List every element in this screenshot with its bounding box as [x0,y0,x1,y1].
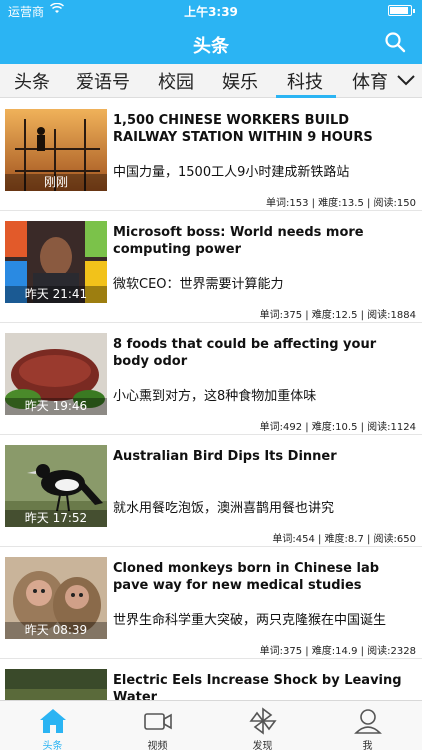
article-title-zh: 微软CEO：世界需要计算能力 [113,277,284,292]
tabbar-label: 视频 [147,741,168,750]
tab-sports[interactable]: 体育 [352,68,388,94]
article-title-zh: 就水用餐吃泡饭，澳洲喜鹊用餐也讲究 [113,501,335,516]
nav-bar: 头条 [0,22,422,64]
article-thumbnail: 昨天 21:41 [5,221,107,303]
article-title-zh: 中国力量，1500工人9小时建成新铁路站 [113,165,350,180]
article-stats: 单词:153 | 难度:13.5 | 阅读:150 [266,198,416,209]
category-tabs: 头条 爱语号 校园 娱乐 科技 体育 [0,64,422,98]
article-time: 昨天 19:46 [5,398,107,415]
article-thumbnail: 昨天 08:39 [5,557,107,639]
article-item[interactable]: 昨天 19:46 8 foods that could be affecting… [0,323,422,435]
article-title-en: Cloned monkeys born in Chinese lab pave … [113,561,380,593]
article-stats: 单词:375 | 难度:12.5 | 阅读:1884 [259,310,416,321]
article-title-en: Electric Eels Increase Shock by Leaving … [113,673,402,700]
article-title-en: Microsoft boss: World needs more computi… [113,225,364,257]
article-thumbnail [5,669,107,700]
article-item[interactable]: 昨天 21:41 Microsoft boss: World needs mor… [0,211,422,323]
article-title-zh: 世界生命科学重大突破，两只克隆猴在中国诞生 [113,613,387,628]
active-tab-indicator [276,95,336,98]
tabbar-item-me[interactable]: 我 [315,701,420,750]
article-thumbnail: 刚刚 [5,109,107,191]
article-title-en: 8 foods that could be affecting your bod… [113,337,377,369]
tab-entertainment[interactable]: 娱乐 [222,68,258,94]
video-camera-icon [144,713,172,730]
search-icon[interactable] [384,31,406,53]
article-item[interactable]: 昨天 08:39 Cloned monkeys born in Chinese … [0,547,422,659]
article-thumbnail: 昨天 19:46 [5,333,107,415]
tab-tech[interactable]: 科技 [287,68,323,94]
article-time: 昨天 08:39 [5,622,107,639]
tabbar-label: 头条 [42,741,63,750]
article-thumbnail: 昨天 17:52 [5,445,107,527]
battery-icon [388,5,415,16]
tab-campus[interactable]: 校园 [158,68,194,94]
article-item[interactable]: 刚刚 1,500 CHINESE WORKERS BUILD RAILWAY S… [0,99,422,211]
tabbar-label: 我 [362,741,373,750]
status-bar: 运营商 上午3:39 [0,0,422,22]
article-item[interactable]: 昨天 17:52 Australian Bird Dips Its Dinner… [0,435,422,547]
tab-toutiao[interactable]: 头条 [14,68,50,94]
article-time: 刚刚 [5,174,107,191]
article-stats: 单词:454 | 难度:8.7 | 阅读:650 [272,534,416,545]
page-title: 头条 [193,36,229,57]
user-icon [354,709,382,734]
home-icon [40,709,66,733]
tabbar-item-toutiao[interactable]: 头条 [0,701,105,750]
tabbar-item-discover[interactable]: 发现 [210,701,315,750]
status-time: 上午3:39 [184,5,238,19]
pinwheel-icon [249,707,277,735]
tabbar-item-video[interactable]: 视频 [105,701,210,750]
article-time: 昨天 17:52 [5,510,107,527]
article-stats: 单词:375 | 难度:14.9 | 阅读:2328 [259,646,416,657]
tabbar-label: 发现 [252,741,273,750]
article-title-zh: 小心熏到对方，这8种食物加重体味 [113,389,317,404]
chevron-down-icon[interactable] [396,72,416,88]
article-item[interactable]: Electric Eels Increase Shock by Leaving … [0,659,422,700]
article-time: 昨天 21:41 [5,286,107,303]
article-title-en: Australian Bird Dips Its Dinner [113,449,337,464]
article-title-en: 1,500 CHINESE WORKERS BUILD RAILWAY STAT… [113,113,373,145]
tab-aiyuhao[interactable]: 爱语号 [76,68,130,94]
bottom-tab-bar: 头条 视频 发现 我 [0,700,422,750]
article-stats: 单词:492 | 难度:10.5 | 阅读:1124 [259,422,416,433]
